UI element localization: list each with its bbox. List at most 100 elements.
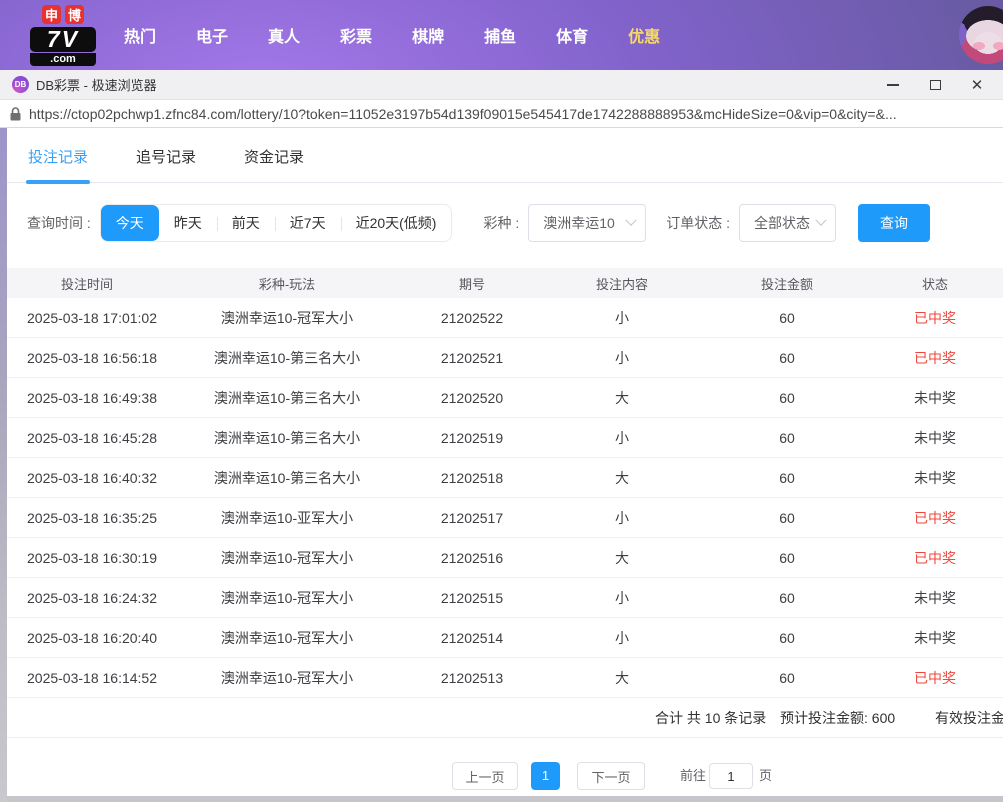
maximize-button[interactable] (927, 77, 943, 93)
cell-bet-time: 2025-03-18 16:45:28 (27, 429, 157, 446)
cell-bet-content: 小 (615, 309, 629, 326)
cell-bet-content: 大 (615, 669, 629, 686)
cell-bet-amount: 60 (779, 589, 795, 606)
cell-bet-time: 2025-03-18 16:14:52 (27, 669, 157, 686)
lottery-filter-label: 彩种 : (483, 215, 520, 231)
horizontal-scrollbar[interactable] (7, 796, 1003, 802)
cell-bet-amount: 60 (779, 309, 795, 326)
cell-bet-content: 大 (615, 549, 629, 566)
filter-bar: 查询时间 : 今天 昨天 前天 近7天 近20天(低频) 彩种 : 澳洲幸运10… (27, 204, 1003, 242)
cell-game-play: 澳洲幸运10-第三名大小 (213, 389, 361, 406)
time-filter-label: 查询时间 : (27, 215, 91, 231)
main-nav: 热门 电子 真人 彩票 棋牌 捕鱼 体育 优惠 (104, 23, 680, 47)
cell-bet-amount: 60 (779, 549, 795, 566)
chevron-down-icon (625, 214, 637, 226)
cell-game-play: 澳洲幸运10-第三名大小 (213, 429, 361, 446)
cell-game-play: 澳洲幸运10-冠军大小 (220, 309, 354, 326)
address-bar[interactable]: https://ctop02pchwp1.zfnc84.com/lottery/… (0, 100, 1003, 128)
table-column-header: 投注时间 (60, 276, 113, 292)
tab-item[interactable]: 追号记录 (136, 146, 196, 182)
chevron-down-icon (815, 214, 827, 226)
tab-item[interactable]: 资金记录 (244, 146, 304, 182)
user-avatar[interactable] (959, 6, 1003, 64)
table-column-header: 投注内容 (595, 276, 648, 292)
table-row: 2025-03-18 16:49:38 澳洲幸运10-第三名大小 2120252… (7, 378, 1003, 418)
cell-bet-content: 小 (615, 349, 629, 366)
table-column-header: 彩种-玩法 (258, 276, 316, 292)
cell-issue-number: 21202520 (440, 389, 504, 406)
summary-row: 合计 共 10 条记录 预计投注金额: 600 有效投注金 (7, 698, 1003, 738)
cell-issue-number: 21202522 (440, 309, 504, 326)
cell-bet-time: 2025-03-18 16:40:32 (27, 469, 157, 486)
time-range-group: 今天 昨天 前天 近7天 近20天(低频) (99, 204, 453, 242)
table-row: 2025-03-18 16:20:40 澳洲幸运10-冠军大小 21202514… (7, 618, 1003, 658)
cell-status: 已中奖 (914, 349, 956, 366)
expected-amount-text: 预计投注金额: 600 (780, 710, 896, 726)
valid-amount-text: 有效投注金 (935, 710, 1003, 726)
time-range-option[interactable]: 昨天 (159, 205, 217, 241)
nav-item[interactable]: 彩票 (327, 23, 385, 47)
tab-item[interactable]: 投注记录 (25, 146, 91, 184)
record-count-text: 合计 共 10 条记录 (655, 710, 767, 726)
status-select-value: 全部状态 (754, 215, 811, 231)
brand-logo-chips: 申 博 (30, 4, 96, 24)
cell-game-play: 澳洲幸运10-亚军大小 (220, 509, 354, 526)
lottery-select-value: 澳洲幸运10 (543, 215, 615, 231)
nav-item[interactable]: 捕鱼 (471, 23, 529, 47)
cell-bet-amount: 60 (779, 669, 795, 686)
cell-status: 未中奖 (914, 589, 956, 606)
nav-item[interactable]: 优惠 (615, 23, 673, 47)
cell-status: 未中奖 (914, 429, 956, 446)
cell-bet-amount: 60 (779, 469, 795, 486)
table-column-header: 状态 (921, 276, 948, 292)
cell-game-play: 澳洲幸运10-冠军大小 (220, 629, 354, 646)
cell-game-play: 澳洲幸运10-第三名大小 (213, 349, 361, 366)
nav-item[interactable]: 体育 (543, 23, 601, 47)
nav-item[interactable]: 真人 (255, 23, 313, 47)
close-icon: ✕ (970, 76, 984, 94)
cell-bet-amount: 60 (779, 349, 795, 366)
goto-page-unit: 页 (759, 768, 773, 783)
nav-item[interactable]: 热门 (111, 23, 169, 47)
cell-issue-number: 21202515 (440, 589, 504, 606)
cell-status: 已中奖 (914, 509, 956, 526)
order-status-select[interactable]: 全部状态 (739, 204, 837, 242)
cell-status: 未中奖 (914, 469, 956, 486)
cell-issue-number: 21202514 (440, 629, 504, 646)
time-range-option[interactable]: 近20天(低频) (340, 205, 452, 241)
records-page: 投注记录 追号记录 资金记录 查询时间 : 今天 昨天 前天 近7天 近20天(… (7, 128, 1003, 802)
nav-item[interactable]: 电子 (183, 23, 241, 47)
lottery-select[interactable]: 澳洲幸运10 (528, 204, 647, 242)
brand-logo[interactable]: 申 博 7V .com (30, 4, 96, 66)
table-row: 2025-03-18 16:14:52 澳洲幸运10-冠军大小 21202513… (7, 658, 1003, 698)
nav-item[interactable]: 棋牌 (399, 23, 457, 47)
cell-issue-number: 21202518 (440, 469, 504, 486)
cell-bet-time: 2025-03-18 16:49:38 (27, 389, 157, 406)
time-range-option[interactable]: 前天 (216, 205, 275, 241)
current-page-badge[interactable]: 1 (531, 762, 560, 790)
status-filter-label: 订单状态 : (666, 215, 731, 231)
close-button[interactable]: ✕ (969, 76, 985, 94)
minimize-button[interactable] (885, 77, 901, 93)
table-body: 2025-03-18 17:01:02 澳洲幸运10-冠军大小 21202522… (7, 298, 1003, 698)
cell-bet-content: 小 (615, 629, 629, 646)
cell-status: 已中奖 (914, 309, 956, 326)
browser-favicon: DB (12, 76, 29, 93)
time-range-option[interactable]: 今天 (100, 205, 159, 241)
goto-page-input[interactable] (709, 763, 753, 789)
cell-bet-time: 2025-03-18 16:35:25 (27, 509, 157, 526)
search-button[interactable]: 查询 (858, 204, 931, 242)
prev-page-button[interactable]: 上一页 (452, 762, 518, 790)
cell-issue-number: 21202519 (440, 429, 504, 446)
table-row: 2025-03-18 16:40:32 澳洲幸运10-第三名大小 2120251… (7, 458, 1003, 498)
time-range-option[interactable]: 近7天 (274, 205, 341, 241)
goto-page-label: 前往 (680, 768, 707, 783)
cell-bet-content: 大 (615, 389, 629, 406)
cell-bet-time: 2025-03-18 16:56:18 (27, 349, 157, 366)
next-page-button[interactable]: 下一页 (577, 762, 645, 790)
table-row: 2025-03-18 16:35:25 澳洲幸运10-亚军大小 21202517… (7, 498, 1003, 538)
cell-bet-content: 大 (615, 469, 629, 486)
cell-bet-content: 小 (615, 589, 629, 606)
pagination: 上一页 1 下一页 前往 页 (7, 762, 1003, 792)
cell-bet-content: 小 (615, 509, 629, 526)
